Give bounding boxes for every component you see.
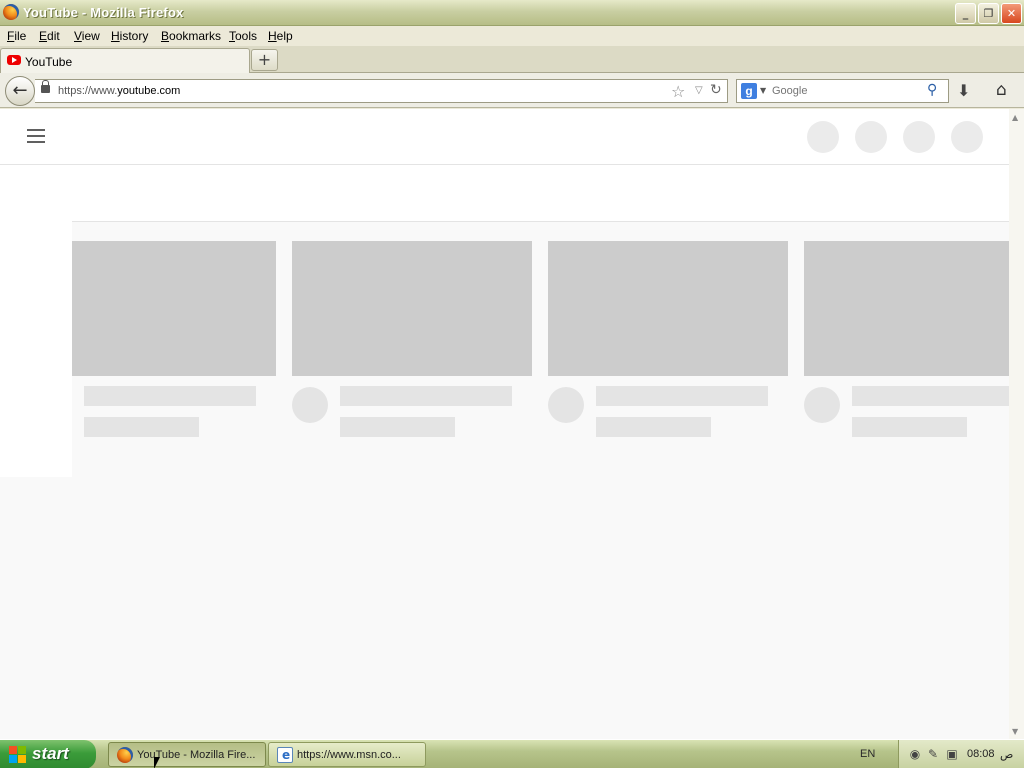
volume-icon[interactable]: ◉ (908, 747, 922, 761)
header-icon-placeholder (951, 121, 983, 153)
scroll-up-icon[interactable]: ▲ (1012, 113, 1018, 122)
header-icon-placeholder (807, 121, 839, 153)
title-line-placeholder (340, 386, 512, 406)
menu-bar: File Edit View History Bookmarks Tools H… (0, 26, 1024, 46)
back-arrow-icon: ← (12, 80, 28, 101)
url-host: youtube.com (117, 85, 181, 97)
bookmark-star-icon[interactable]: ☆ (671, 82, 685, 101)
search-bar[interactable]: g ▼ ⚲ (736, 79, 949, 103)
minimize-button[interactable]: _ (955, 3, 976, 24)
title-line-placeholder (852, 386, 1009, 406)
page-content (0, 109, 1009, 739)
window-title: YouTube - Mozilla Firefox (23, 5, 184, 20)
maximize-button[interactable]: ❐ (978, 3, 999, 24)
google-icon[interactable]: g (741, 83, 757, 99)
sidebar-placeholder (0, 165, 72, 477)
clock-ampm: ص (1000, 749, 1014, 761)
dropdown-icon[interactable]: ▽ (695, 85, 703, 96)
title-line-placeholder (596, 386, 768, 406)
channel-avatar-placeholder (804, 387, 840, 423)
thumbnail-placeholder (548, 241, 788, 376)
meta-line-placeholder (852, 417, 967, 437)
menu-view[interactable]: View (74, 29, 100, 43)
start-button[interactable]: start (0, 740, 96, 768)
channel-avatar-placeholder (548, 387, 584, 423)
search-input[interactable] (772, 83, 922, 99)
firefox-icon (117, 747, 133, 763)
header-icon-placeholder (903, 121, 935, 153)
title-line-placeholder (84, 386, 256, 406)
thumbnail-placeholder (804, 241, 1009, 376)
close-button[interactable]: ✕ (1001, 3, 1022, 24)
youtube-header (0, 109, 1009, 165)
vertical-scrollbar[interactable]: ▲ ▼ (1009, 109, 1024, 739)
window-title-bar[interactable]: YouTube - Mozilla Firefox _ ❐ ✕ (0, 0, 1024, 26)
reload-icon[interactable]: ↻ (710, 82, 722, 98)
download-icon[interactable]: ⬇ (957, 81, 970, 100)
new-tab-button[interactable]: + (251, 49, 278, 71)
menu-tools[interactable]: Tools (229, 29, 257, 43)
channel-avatar-placeholder (292, 387, 328, 423)
internet-explorer-icon (277, 747, 293, 763)
taskbar-item-firefox[interactable]: YouTube - Mozilla Fire... (108, 742, 266, 767)
windows-logo-icon (9, 746, 26, 763)
header-icon-placeholder (855, 121, 887, 153)
hamburger-menu-icon[interactable] (27, 129, 45, 143)
menu-history[interactable]: History (111, 29, 148, 43)
thumbnail-placeholder (292, 241, 532, 376)
url-text[interactable]: https://www.youtube.com (58, 85, 180, 97)
menu-bookmarks[interactable]: Bookmarks (161, 29, 221, 43)
menu-edit[interactable]: Edit (39, 29, 60, 43)
search-magnifier-icon[interactable]: ⚲ (927, 82, 937, 98)
search-engine-dropdown-icon[interactable]: ▼ (760, 86, 766, 95)
language-indicator[interactable]: EN (860, 748, 875, 760)
home-icon[interactable]: ⌂ (996, 80, 1007, 100)
thumbnail-placeholder (72, 241, 276, 376)
clock-time[interactable]: 08:08 (967, 748, 995, 760)
meta-line-placeholder (84, 417, 199, 437)
meta-line-placeholder (596, 417, 711, 437)
chip-bar-placeholder (72, 165, 1009, 222)
firefox-icon (3, 4, 19, 20)
back-button[interactable]: ← (5, 76, 35, 106)
meta-line-placeholder (340, 417, 455, 437)
url-prefix: https://www. (58, 85, 118, 97)
tab-strip: YouTube + (0, 46, 1024, 73)
start-label: start (32, 744, 69, 763)
taskbar-item-label: https://www.msn.co... (297, 749, 401, 761)
tray-app-icon[interactable]: ▣ (945, 747, 959, 761)
taskbar-item-msn[interactable]: https://www.msn.co... (268, 742, 426, 767)
menu-help[interactable]: Help (268, 29, 293, 43)
navigation-toolbar: https://www.youtube.com ☆ ▽ ↻ ← g ▼ ⚲ ⬇ … (0, 73, 1024, 108)
tab-label: YouTube (25, 55, 73, 69)
mouse-cursor-icon (154, 757, 160, 768)
address-bar[interactable]: https://www.youtube.com ☆ ▽ ↻ (35, 79, 728, 103)
network-icon[interactable]: ✎ (926, 747, 940, 761)
youtube-icon (7, 55, 21, 65)
menu-file[interactable]: File (7, 29, 26, 43)
tab-youtube[interactable]: YouTube (0, 48, 250, 73)
lock-icon (41, 80, 50, 93)
system-tray: ◉ ✎ ▣ 08:08 ص (898, 740, 1024, 768)
scroll-down-icon[interactable]: ▼ (1012, 727, 1018, 736)
